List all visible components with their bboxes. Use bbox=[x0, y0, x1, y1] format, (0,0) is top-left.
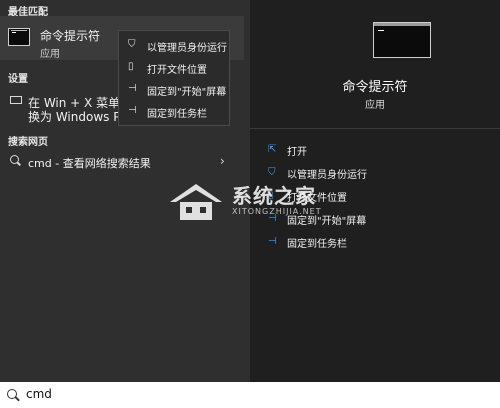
watermark-text: 系统之家 bbox=[232, 184, 316, 208]
terminal-icon bbox=[8, 28, 30, 46]
search-web-label[interactable]: cmd - 查看网络搜索结果 bbox=[28, 155, 151, 171]
best-match-title: 命令提示符 bbox=[40, 29, 101, 43]
pin-icon: ⊣ bbox=[268, 236, 277, 247]
chevron-right-icon[interactable]: › bbox=[220, 154, 225, 168]
preview-subtitle: 应用 bbox=[365, 100, 385, 111]
search-web-heading: 搜索网页 bbox=[8, 137, 48, 148]
laptop-icon bbox=[10, 96, 22, 104]
context-menu-item-open-file-location[interactable]: ▯ 打开文件位置 bbox=[119, 57, 231, 79]
context-menu-item-pin-taskbar[interactable]: ⊣ 固定到任务栏 bbox=[119, 101, 231, 123]
context-menu-label: 打开文件位置 bbox=[147, 65, 207, 76]
settings-heading: 设置 bbox=[8, 74, 28, 85]
preview-title: 命令提示符 bbox=[342, 80, 408, 95]
terminal-icon bbox=[373, 22, 431, 58]
action-run-as-admin[interactable]: 以管理员身份运行 bbox=[287, 166, 367, 181]
search-icon bbox=[10, 155, 19, 164]
open-icon: ⇱ bbox=[268, 144, 277, 155]
settings-item-line2[interactable]: 换为 Windows Pov bbox=[28, 108, 120, 125]
pin-icon: ⊣ bbox=[128, 83, 137, 94]
search-bar[interactable] bbox=[0, 382, 500, 408]
context-menu-item-pin-start[interactable]: ⊣ 固定到"开始"屏幕 bbox=[119, 79, 231, 101]
context-menu: ⛉ 以管理员身份运行 ▯ 打开文件位置 ⊣ 固定到"开始"屏幕 ⊣ 固定到任务栏 bbox=[118, 30, 230, 126]
context-menu-label: 固定到任务栏 bbox=[147, 109, 207, 120]
action-pin-taskbar[interactable]: 固定到任务栏 bbox=[287, 235, 347, 250]
shield-icon: ⛉ bbox=[268, 167, 276, 178]
search-icon bbox=[7, 389, 17, 399]
context-menu-label: 固定到"开始"屏幕 bbox=[147, 87, 227, 98]
shield-icon: ⛉ bbox=[128, 39, 136, 50]
watermark-logo bbox=[170, 184, 222, 220]
file-icon: ▯ bbox=[128, 61, 134, 72]
preview-divider bbox=[250, 128, 500, 129]
action-open[interactable]: 打开 bbox=[287, 143, 307, 158]
pin-icon: ⊣ bbox=[128, 105, 137, 116]
watermark-subtext: XITONGZHIJIA.NET bbox=[232, 207, 322, 216]
search-input[interactable]: cmd bbox=[26, 387, 52, 401]
best-match-subtitle: 应用 bbox=[40, 49, 60, 60]
context-menu-label: 以管理员身份运行 bbox=[147, 43, 227, 54]
context-menu-item-run-as-admin[interactable]: ⛉ 以管理员身份运行 bbox=[119, 35, 231, 57]
